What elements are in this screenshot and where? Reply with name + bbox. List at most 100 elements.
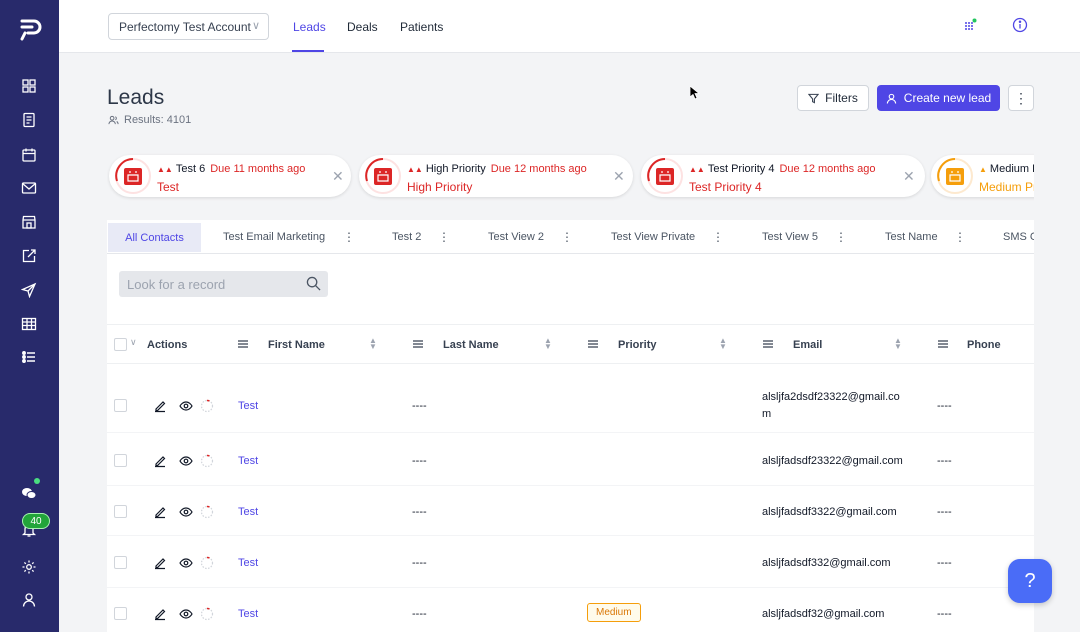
column-header-first-name[interactable]: First Name xyxy=(268,339,325,351)
view-menu-icon[interactable]: ⋮ xyxy=(561,230,573,244)
view-menu-icon[interactable]: ⋮ xyxy=(343,230,355,244)
store-icon[interactable] xyxy=(19,212,39,232)
mail-icon[interactable] xyxy=(19,178,39,198)
view-tab[interactable]: Test View 5 xyxy=(762,231,818,243)
table-row[interactable]: Test ---- alsljfa2dsdf23322@gmail.co m -… xyxy=(107,365,1034,433)
view-tab[interactable]: SMS C xyxy=(1003,231,1034,243)
close-icon[interactable]: ✕ xyxy=(613,168,625,185)
tab-patients[interactable]: Patients xyxy=(400,20,443,34)
sort-icon[interactable]: ▲ ▼ xyxy=(719,337,727,351)
task-card[interactable]: ▲▲ Test 6 Due 11 months ago Test ✕ xyxy=(109,155,351,197)
row-checkbox[interactable] xyxy=(114,607,127,620)
view-tab[interactable]: Test View 2 xyxy=(488,231,544,243)
task-card[interactable]: ▲▲ High Priority Due 12 months ago High Pr… xyxy=(359,155,633,197)
search-input[interactable] xyxy=(127,276,297,292)
view-tab[interactable]: Test View Private xyxy=(611,231,695,243)
user-icon[interactable] xyxy=(19,590,39,610)
first-name-cell[interactable]: Test xyxy=(238,400,258,412)
help-button[interactable]: ? xyxy=(1008,559,1052,603)
first-name-cell[interactable]: Test xyxy=(238,608,258,620)
task-progress-icon[interactable] xyxy=(200,399,214,413)
tab-leads[interactable]: Leads xyxy=(293,20,326,34)
app-logo[interactable] xyxy=(19,17,43,41)
task-card[interactable]: ▲▲ Test Priority 4 Due 12 months ago Test … xyxy=(641,155,925,197)
table-row[interactable]: Test ---- alsljfadsdf332@gmail.com ---- xyxy=(107,537,1034,588)
create-new-lead-button[interactable]: Create new lead xyxy=(877,85,1000,111)
dashboard-icon[interactable] xyxy=(19,76,39,96)
chat-icon[interactable] xyxy=(19,483,39,503)
select-all-checkbox[interactable] xyxy=(114,338,127,351)
email-cell: alsljfadsdf332@gmail.com xyxy=(762,557,891,569)
edit-icon[interactable] xyxy=(153,399,167,413)
table-row[interactable]: Test ---- alsljfadsdf23322@gmail.com ---… xyxy=(107,434,1034,486)
view-tab[interactable]: Test Name xyxy=(885,231,938,243)
edit-icon[interactable] xyxy=(153,607,167,621)
document-icon[interactable] xyxy=(19,110,39,130)
first-name-cell[interactable]: Test xyxy=(238,557,258,569)
search-icon[interactable] xyxy=(306,276,321,291)
more-options-button[interactable]: ⋮ xyxy=(1008,85,1034,111)
close-icon[interactable]: ✕ xyxy=(903,168,915,185)
column-menu-icon[interactable] xyxy=(937,338,949,350)
last-name-cell: ---- xyxy=(412,455,427,467)
task-progress-icon[interactable] xyxy=(200,556,214,570)
account-select[interactable]: Perfectomy Test Account ∨ xyxy=(108,13,269,40)
view-tab-all-contacts[interactable]: All Contacts xyxy=(108,223,201,252)
view-tab[interactable]: Test Email Marketing xyxy=(223,231,325,243)
view-icon[interactable] xyxy=(179,505,193,519)
table-row[interactable]: Test ---- alsljfadsdf3322@gmail.com ---- xyxy=(107,486,1034,536)
chevron-down-icon[interactable]: ∨ xyxy=(130,337,137,348)
column-header-email[interactable]: Email xyxy=(793,339,822,351)
row-checkbox[interactable] xyxy=(114,505,127,518)
email-cell: alsljfadsdf32@gmail.com xyxy=(762,608,885,620)
view-icon[interactable] xyxy=(179,399,193,413)
column-menu-icon[interactable] xyxy=(237,338,249,350)
first-name-cell[interactable]: Test xyxy=(238,455,258,467)
list-icon[interactable] xyxy=(19,347,39,367)
view-tab[interactable]: Test 2 xyxy=(392,231,421,243)
task-progress-icon[interactable] xyxy=(200,607,214,621)
task-progress-icon[interactable] xyxy=(200,505,214,519)
notification-count-badge: 40 xyxy=(22,513,50,529)
task-progress-icon[interactable] xyxy=(200,454,214,468)
table-row[interactable]: Test ---- Medium alsljfadsdf32@gmail.com… xyxy=(107,588,1034,632)
first-name-cell[interactable]: Test xyxy=(238,506,258,518)
row-checkbox[interactable] xyxy=(114,454,127,467)
column-menu-icon[interactable] xyxy=(587,338,599,350)
close-icon[interactable]: ✕ xyxy=(332,168,344,185)
column-menu-icon[interactable] xyxy=(762,338,774,350)
view-icon[interactable] xyxy=(179,607,193,621)
column-header-priority[interactable]: Priority xyxy=(618,339,657,351)
edit-icon[interactable] xyxy=(153,556,167,570)
view-menu-icon[interactable]: ⋮ xyxy=(438,230,450,244)
sort-icon[interactable]: ▲ ▼ xyxy=(544,337,552,351)
row-checkbox[interactable] xyxy=(114,399,127,412)
sort-icon[interactable]: ▲ ▼ xyxy=(369,337,377,351)
send-icon[interactable] xyxy=(19,280,39,300)
view-menu-icon[interactable]: ⋮ xyxy=(712,230,724,244)
column-header-last-name[interactable]: Last Name xyxy=(443,339,499,351)
edit-external-icon[interactable] xyxy=(19,246,39,266)
view-menu-icon[interactable]: ⋮ xyxy=(835,230,847,244)
table-icon[interactable] xyxy=(19,314,39,334)
row-checkbox[interactable] xyxy=(114,556,127,569)
column-header-phone[interactable]: Phone xyxy=(967,339,1001,351)
tab-deals[interactable]: Deals xyxy=(347,20,378,34)
sort-icon[interactable]: ▲ ▼ xyxy=(894,337,902,351)
users-icon xyxy=(108,115,119,124)
task-card[interactable]: ▲Medium P Medium Pr xyxy=(931,155,1034,197)
column-menu-icon[interactable] xyxy=(412,338,424,350)
gear-icon[interactable] xyxy=(19,557,39,577)
calendar-icon[interactable] xyxy=(19,145,39,165)
info-icon[interactable] xyxy=(1011,16,1029,34)
apps-grid-icon[interactable] xyxy=(961,16,979,34)
filters-button[interactable]: Filters xyxy=(797,85,869,111)
results-count: Results: 4101 xyxy=(108,114,191,126)
edit-icon[interactable] xyxy=(153,454,167,468)
edit-icon[interactable] xyxy=(153,505,167,519)
view-icon[interactable] xyxy=(179,556,193,570)
priority-ring-icon xyxy=(115,158,151,194)
view-menu-icon[interactable]: ⋮ xyxy=(954,230,966,244)
view-icon[interactable] xyxy=(179,454,193,468)
task-card-subtitle: Test xyxy=(157,180,180,194)
